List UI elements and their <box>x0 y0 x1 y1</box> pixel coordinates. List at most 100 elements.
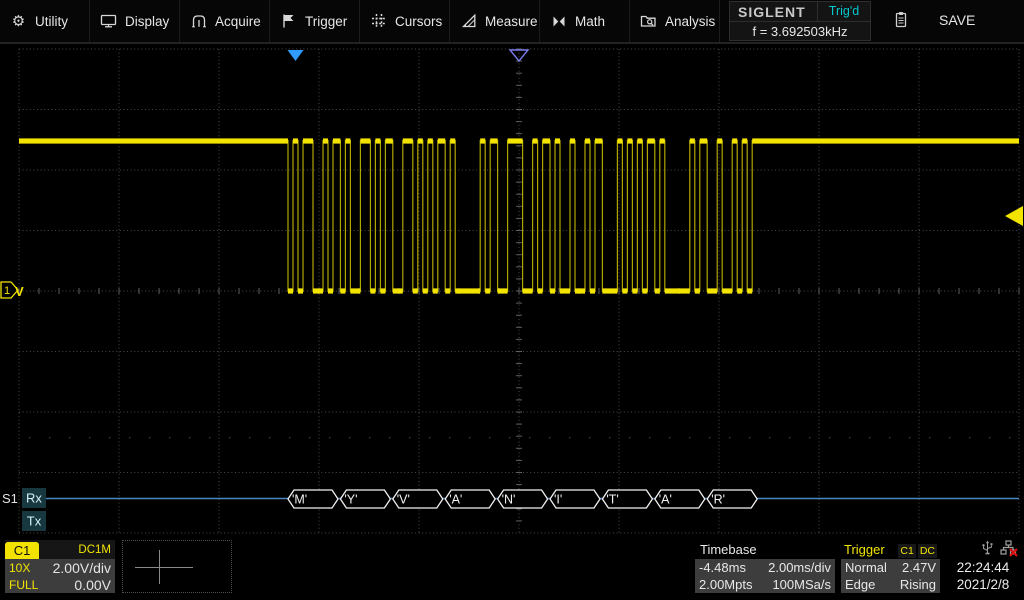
decode-frame-value: 'V' <box>397 493 410 507</box>
grid-cursor-icon <box>370 13 387 30</box>
decode-frame: 'T' <box>602 490 652 508</box>
decode-frame-value: 'R' <box>711 493 725 507</box>
rx-label: Rx <box>26 491 42 506</box>
status-bar: C1 DC1M 10X 2.00V/div FULL 0.00V Timebas… <box>0 537 1024 600</box>
bowtie-icon <box>550 13 567 30</box>
clock-date: 2021/2/8 <box>946 577 1020 592</box>
channel-badge[interactable]: C1 <box>5 542 39 559</box>
menu-item-label: Acquire <box>215 14 261 29</box>
decode-frame: 'A' <box>655 490 705 508</box>
decode-frame: 'A' <box>445 490 495 508</box>
folder-search-icon <box>640 13 657 30</box>
probe-attenuation: 10X <box>9 561 30 575</box>
horizontal-reference-marker <box>510 50 528 61</box>
timebase-delay: -4.48ms <box>699 560 746 575</box>
channel-header: C1 DC1M <box>5 540 115 559</box>
monitor-icon <box>100 13 117 30</box>
channel-panel-c1[interactable]: C1 DC1M 10X 2.00V/div FULL 0.00V <box>5 540 115 593</box>
trigger-level-marker[interactable] <box>1005 206 1023 226</box>
decode-frame: 'M' <box>288 490 338 508</box>
decode-frame-value: 'A' <box>659 493 672 507</box>
menu-bar: ⚙ Utility Display Acquire Trigger Cursors Meas… <box>0 0 1024 44</box>
decode-frame: 'R' <box>707 490 757 508</box>
save-label: SAVE <box>939 12 975 28</box>
menu-item-label: Measure <box>485 14 538 29</box>
clock-time: 22:24:44 <box>946 560 1020 575</box>
scope-graticule: 'M' 'Y' 'V' 'A' 'N' 'I' 'T' 'A' 'R' S1 Rx Tx 1V <box>0 0 1024 537</box>
trigger-mode: Normal <box>845 560 887 575</box>
channel-coupling: DC1M <box>78 544 115 556</box>
graticule-grid <box>19 49 1019 533</box>
menu-items: ⚙ Utility Display Acquire Trigger Cursors Meas… <box>0 0 720 42</box>
trigger-panel[interactable]: Trigger C1DC Normal 2.47V Edge Rising <box>841 540 940 593</box>
channel-zero-label: 1 <box>4 285 10 297</box>
bus-label-s1[interactable]: S1 <box>2 491 18 506</box>
menu-item-math[interactable]: Math <box>540 0 630 42</box>
tx-label: Tx <box>27 514 42 529</box>
lan-disconnected-icon <box>1000 540 1018 558</box>
trigger-coupling: DC <box>918 544 937 558</box>
trigger-slope: Rising <box>900 577 936 592</box>
decode-frame-value: 'Y' <box>344 493 357 507</box>
trigger-frequency-readout: f = 3.692503kHz <box>730 22 870 41</box>
menu-item-cursors[interactable]: Cursors <box>360 0 450 42</box>
menu-item-label: Analysis <box>665 14 715 29</box>
system-info: 22:24:44 2021/2/8 <box>946 537 1020 597</box>
crosshair-icon <box>135 567 193 568</box>
decode-bus-s1: 'M' 'Y' 'V' 'A' 'N' 'I' 'T' 'A' 'R' S1 Rx Tx <box>2 488 1019 531</box>
usb-icon <box>980 540 995 558</box>
waveform-display[interactable]: 'M' 'Y' 'V' 'A' 'N' 'I' 'T' 'A' 'R' S1 Rx Tx 1V <box>0 0 1024 537</box>
decode-frame-value: 'N' <box>502 493 516 507</box>
decode-frame: 'I' <box>550 490 600 508</box>
save-button[interactable]: SAVE <box>884 0 1024 40</box>
menu-item-label: Cursors <box>395 14 442 29</box>
trigger-source: C1 <box>898 544 915 558</box>
gear-icon: ⚙ <box>10 13 27 30</box>
channel-zero-marker[interactable]: 1V <box>1 282 24 299</box>
decode-frame-value: 'T' <box>606 493 618 507</box>
menu-item-label: Utility <box>35 14 68 29</box>
timebase-title: Timebase <box>695 540 835 559</box>
timebase-panel[interactable]: Timebase -4.48ms 2.00ms/div 2.00Mpts 100… <box>695 540 835 593</box>
menu-item-label: Math <box>575 14 605 29</box>
brand-logo: SIGLENT <box>730 4 817 20</box>
arch-icon <box>190 13 207 30</box>
decode-frame-value: 'A' <box>449 493 462 507</box>
memory-depth: 2.00Mpts <box>699 577 752 592</box>
vertical-scale: 2.00V/div <box>53 560 111 576</box>
menu-item-trigger[interactable]: Trigger <box>270 0 360 42</box>
decode-frame-value: 'I' <box>554 493 562 507</box>
trigger-type: Edge <box>845 577 875 592</box>
trigger-source-chips: C1DC <box>896 541 937 559</box>
decode-frame-value: 'M' <box>292 493 307 507</box>
vertical-offset: 0.00V <box>74 577 111 593</box>
menu-item-measure[interactable]: Measure <box>450 0 540 42</box>
trigger-position-marker[interactable] <box>288 50 304 61</box>
menu-item-utility[interactable]: ⚙ Utility <box>0 0 90 42</box>
menu-item-analysis[interactable]: Analysis <box>630 0 720 42</box>
oscilloscope-screen: 'M' 'Y' 'V' 'A' 'N' 'I' 'T' 'A' 'R' S1 Rx Tx 1V ⚙ Uti… <box>0 0 1024 600</box>
flag-icon <box>280 13 297 30</box>
menu-item-display[interactable]: Display <box>90 0 180 42</box>
menu-item-label: Display <box>125 14 169 29</box>
sample-rate: 100MSa/s <box>772 577 831 592</box>
decode-frame: 'Y' <box>340 490 390 508</box>
clipboard-icon <box>892 12 909 29</box>
set-square-icon <box>460 13 477 30</box>
logo-row: SIGLENT Trig'd <box>730 2 870 22</box>
decode-frame: 'N' <box>498 490 548 508</box>
empty-channel-slot[interactable] <box>122 540 232 593</box>
decode-frame: 'V' <box>393 490 443 508</box>
trigger-status-badge: Trig'd <box>817 2 870 21</box>
logo-block: SIGLENT Trig'd f = 3.692503kHz <box>729 1 871 41</box>
trigger-title: Trigger <box>844 542 885 557</box>
menu-item-acquire[interactable]: Acquire <box>180 0 270 42</box>
menu-item-label: Trigger <box>305 14 347 29</box>
timebase-scale: 2.00ms/div <box>768 560 831 575</box>
trigger-level: 2.47V <box>902 560 936 575</box>
markers: 1V <box>1 50 1023 299</box>
channel-body: 10X 2.00V/div FULL 0.00V <box>5 559 115 593</box>
crosshair-icon <box>159 550 160 584</box>
bandwidth-limit: FULL <box>9 578 38 592</box>
c1-trace <box>19 138 1019 293</box>
